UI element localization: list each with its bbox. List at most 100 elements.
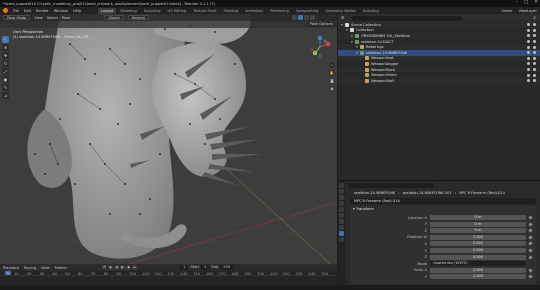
timeline-ruler[interactable]: 10 20 30 40 50 60 70 80 90 100 110 120 130 140 150 160 1…: [0, 271, 337, 276]
viewport-scene[interactable]: [0, 14, 337, 264]
world-tab-icon[interactable]: [339, 207, 344, 212]
tab-uv-editing[interactable]: UV Editing: [165, 8, 190, 14]
tab-texture-paint[interactable]: Texture Paint: [190, 8, 219, 14]
keyframe-diamond-icon[interactable]: [528, 254, 533, 260]
camera-icon[interactable]: [533, 73, 536, 77]
keyframe-diamond-icon[interactable]: [528, 215, 533, 220]
tab-modeling[interactable]: Modeling: [117, 8, 139, 14]
next-key-icon[interactable]: ◆: [126, 265, 132, 270]
pivot-dropdown[interactable]: Normal: [127, 15, 149, 20]
camera-icon[interactable]: [533, 56, 536, 60]
menu-marker[interactable]: Marker: [55, 266, 67, 270]
property-value-field[interactable]: 0.000: [430, 248, 526, 253]
outliner-search-input[interactable]: [352, 15, 463, 21]
properties-search-input[interactable]: [348, 182, 434, 188]
cursor-tool-icon[interactable]: ⊕: [2, 44, 9, 51]
eye-icon[interactable]: [527, 73, 530, 77]
view-layer-selector[interactable]: ViewLayer: [518, 9, 537, 13]
property-value-field[interactable]: 0 m: [430, 215, 526, 220]
play-icon[interactable]: ▶: [120, 265, 126, 270]
scale-tool-icon[interactable]: ⤢: [2, 68, 9, 75]
modifier-tab-icon[interactable]: [339, 219, 344, 224]
output-tab-icon[interactable]: [339, 195, 344, 200]
current-frame-field[interactable]: 1: [180, 265, 189, 270]
property-value-field[interactable]: Quaternion (WXYZ): [430, 261, 526, 267]
close-button[interactable]: ✕: [534, 0, 538, 5]
move-tool-icon[interactable]: ✥: [2, 52, 9, 59]
rotate-tool-icon[interactable]: ↻: [2, 60, 9, 67]
tool-tab-icon[interactable]: [339, 183, 344, 188]
breadcrumb-item[interactable]: skeleton.14.WIREFUNK: [354, 191, 395, 195]
tab-scripting[interactable]: Scripting: [360, 8, 382, 14]
camera-icon[interactable]: [533, 23, 536, 27]
property-value-field[interactable]: 1.000: [430, 274, 526, 280]
keyframe-diamond-icon[interactable]: [528, 274, 533, 280]
end-frame-field[interactable]: 250: [220, 265, 234, 270]
menu-render[interactable]: Render: [36, 9, 49, 13]
breadcrumb-item[interactable]: NPC R Forearm (Rod).014: [459, 191, 505, 195]
filter-icon[interactable]: ⚲: [533, 16, 536, 20]
tab-geometry-nodes[interactable]: Geometry Nodes: [322, 8, 358, 14]
breadcrumb-item[interactable]: skeleton.14.WIREFUNK.001: [403, 191, 452, 195]
keyframe-diamond-icon[interactable]: [528, 235, 533, 240]
property-value-field[interactable]: 1.000: [430, 267, 526, 273]
bone-constraint-tab-icon[interactable]: [339, 237, 344, 242]
eye-icon[interactable]: [527, 56, 530, 60]
select-box-tool-icon[interactable]: ↖: [2, 36, 9, 43]
menu-edit[interactable]: Edit: [24, 9, 31, 13]
menu-pose[interactable]: Pose: [62, 16, 70, 20]
grid-icon[interactable]: ▦: [329, 86, 335, 92]
eye-icon[interactable]: [527, 23, 530, 27]
eye-icon[interactable]: [527, 68, 530, 72]
3d-viewport[interactable]: Pose Mode View Select Pose Global Normal…: [0, 14, 337, 264]
property-value-field[interactable]: 0.000: [430, 241, 526, 247]
tab-animation[interactable]: Animation: [242, 8, 266, 14]
menu-select[interactable]: Select: [47, 16, 58, 20]
jump-start-icon[interactable]: ⏮: [102, 265, 108, 270]
zoom-icon[interactable]: ⌕: [329, 62, 335, 68]
render-tab-icon[interactable]: [339, 189, 344, 194]
maximize-button[interactable]: □: [524, 0, 528, 5]
property-value-field[interactable]: 1.000: [430, 234, 526, 240]
menu-file[interactable]: File: [13, 9, 19, 13]
tab-shading[interactable]: Shading: [220, 8, 241, 14]
camera-icon[interactable]: [533, 28, 536, 32]
keyframe-diamond-icon[interactable]: [528, 268, 533, 273]
tab-layout[interactable]: Layout: [98, 7, 117, 14]
playhead[interactable]: 1: [5, 271, 11, 275]
camera-icon[interactable]: [533, 45, 536, 49]
property-value-field[interactable]: 0.000: [430, 254, 526, 260]
menu-keying[interactable]: Keying: [24, 266, 36, 270]
keyframe-diamond-icon[interactable]: [528, 241, 533, 247]
eye-icon[interactable]: [527, 40, 530, 44]
eye-icon[interactable]: [527, 34, 530, 38]
prev-key-icon[interactable]: ◆: [108, 265, 114, 270]
scene-selector[interactable]: Scene: [501, 9, 512, 13]
keyframe-diamond-icon[interactable]: [528, 228, 533, 233]
tab-sculpting[interactable]: Sculpting: [141, 8, 164, 14]
keyframe-diamond-icon[interactable]: [528, 248, 533, 253]
material-shading-button[interactable]: [304, 15, 309, 20]
transform-panel-header[interactable]: ▾ Transform: [350, 206, 536, 213]
tab-rendering[interactable]: Rendering: [267, 8, 291, 14]
play-reverse-icon[interactable]: ◀: [114, 265, 120, 270]
object-tab-icon[interactable]: [339, 213, 344, 218]
menu-timeline-view[interactable]: View: [41, 266, 50, 270]
outliner-row[interactable]: WeaponStaff: [338, 77, 540, 84]
camera-icon[interactable]: [533, 51, 536, 55]
property-value-field[interactable]: 0 m: [430, 228, 526, 234]
eye-icon[interactable]: [527, 79, 530, 83]
measure-tool-icon[interactable]: ⊿: [2, 92, 9, 99]
camera-icon[interactable]: [533, 79, 536, 83]
rendered-shading-button[interactable]: [310, 15, 315, 20]
wireframe-shading-button[interactable]: [292, 15, 297, 20]
pose-options-button[interactable]: Pose Options: [307, 22, 335, 27]
menu-window[interactable]: Window: [54, 9, 68, 13]
mode-dropdown[interactable]: Pose Mode: [3, 15, 31, 20]
camera-icon[interactable]: [533, 68, 536, 72]
blender-logo-icon[interactable]: [3, 8, 8, 13]
bone-name-field[interactable]: NPC R Forearm (Rod).014: [350, 198, 536, 204]
jump-end-icon[interactable]: ⏭: [132, 265, 138, 270]
eye-icon[interactable]: [527, 62, 530, 66]
outliner-display-mode-icon[interactable]: ☰: [341, 16, 344, 20]
